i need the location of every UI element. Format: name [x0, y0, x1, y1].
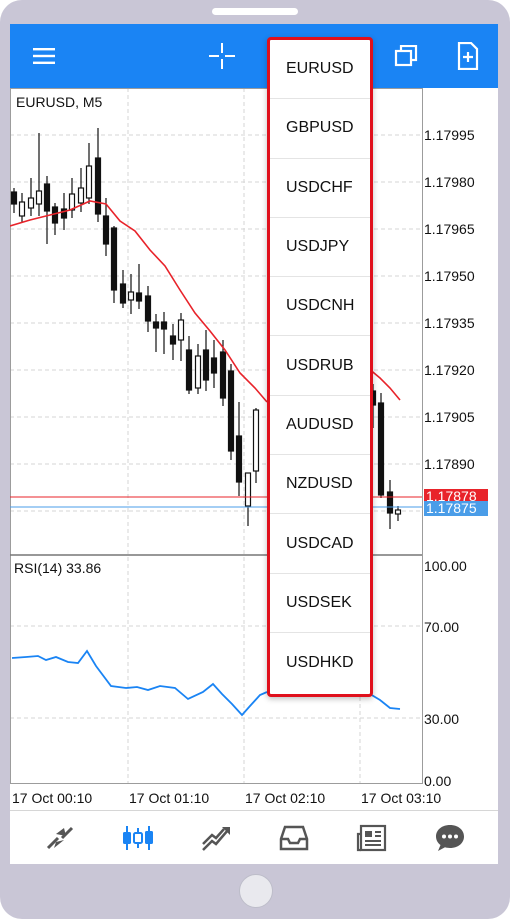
symbol-dropdown-menu: EURUSD GBPUSD USDCHF USDJPY USDCNH USDRU…: [267, 37, 373, 697]
hamburger-menu-icon[interactable]: [24, 24, 64, 88]
chart-area[interactable]: EURUSD, M5 1.17995 1.17980 1.17965 1.179…: [10, 88, 498, 810]
home-button[interactable]: [239, 874, 273, 908]
symbol-timeframe-label: EURUSD, M5: [16, 94, 103, 110]
time-label: 17 Oct 02:10: [245, 790, 326, 806]
symbol-item-usdcad[interactable]: USDCAD: [270, 514, 370, 574]
new-document-plus-icon[interactable]: [452, 24, 484, 88]
time-label: 17 Oct 01:10: [129, 790, 210, 806]
price-label: 1.17995: [424, 127, 475, 143]
phone-frame: EURUSD, M5 1.17995 1.17980 1.17965 1.179…: [0, 0, 510, 919]
trade-icon[interactable]: [186, 811, 246, 864]
history-inbox-icon[interactable]: [264, 811, 324, 864]
chat-icon[interactable]: [420, 811, 480, 864]
rsi-line: [11, 649, 268, 717]
news-icon[interactable]: [342, 811, 402, 864]
symbol-item-gbpusd[interactable]: GBPUSD: [270, 99, 370, 159]
rsi-level-label: 30.00: [424, 711, 460, 727]
symbol-item-usdsek[interactable]: USDSEK: [270, 574, 370, 633]
phone-speaker: [212, 8, 298, 15]
symbol-item-eurusd[interactable]: EURUSD: [270, 40, 370, 100]
symbol-item-nzdusd[interactable]: NZDUSD: [270, 455, 370, 515]
symbol-item-audusd[interactable]: AUDUSD: [270, 396, 370, 456]
rsi-level-label: 100.00: [424, 558, 467, 574]
crosshair-icon[interactable]: [206, 24, 238, 88]
symbol-item-usdjpy[interactable]: USDJPY: [270, 218, 370, 278]
symbol-item-usdchf[interactable]: USDCHF: [270, 159, 370, 218]
time-label: 17 Oct 00:10: [12, 790, 93, 806]
price-label: 1.17890: [424, 456, 475, 472]
rsi-level-label: 70.00: [424, 619, 460, 635]
ask-price-badge: 1.17875: [424, 501, 488, 516]
symbol-item-usdcnh[interactable]: USDCNH: [270, 277, 370, 337]
chart-icon[interactable]: [108, 811, 168, 864]
price-label: 1.17935: [424, 315, 475, 331]
overlapping-windows-icon[interactable]: [390, 24, 422, 88]
symbol-item-usdhkd[interactable]: USDHKD: [270, 633, 370, 692]
time-axis: 17 Oct 00:10 17 Oct 01:10 17 Oct 02:10 1…: [10, 786, 498, 808]
price-label: 1.17920: [424, 362, 475, 378]
quotes-icon[interactable]: [30, 811, 90, 864]
price-label: 1.17965: [424, 221, 475, 237]
symbol-item-usdrub[interactable]: USDRUB: [270, 336, 370, 396]
rsi-axis: 100.00 70.00 30.00 0.00: [424, 548, 498, 789]
price-label: 1.17905: [424, 409, 475, 425]
price-label: 1.17980: [424, 174, 475, 190]
app-screen: EURUSD, M5 1.17995 1.17980 1.17965 1.179…: [10, 24, 498, 864]
rsi-label: RSI(14) 33.86: [14, 560, 102, 576]
top-toolbar: [10, 24, 498, 88]
price-axis: 1.17995 1.17980 1.17965 1.17950 1.17935 …: [424, 88, 498, 548]
bottom-navigation: [10, 810, 498, 864]
time-label: 17 Oct 03:10: [361, 790, 442, 806]
price-label: 1.17950: [424, 268, 475, 284]
